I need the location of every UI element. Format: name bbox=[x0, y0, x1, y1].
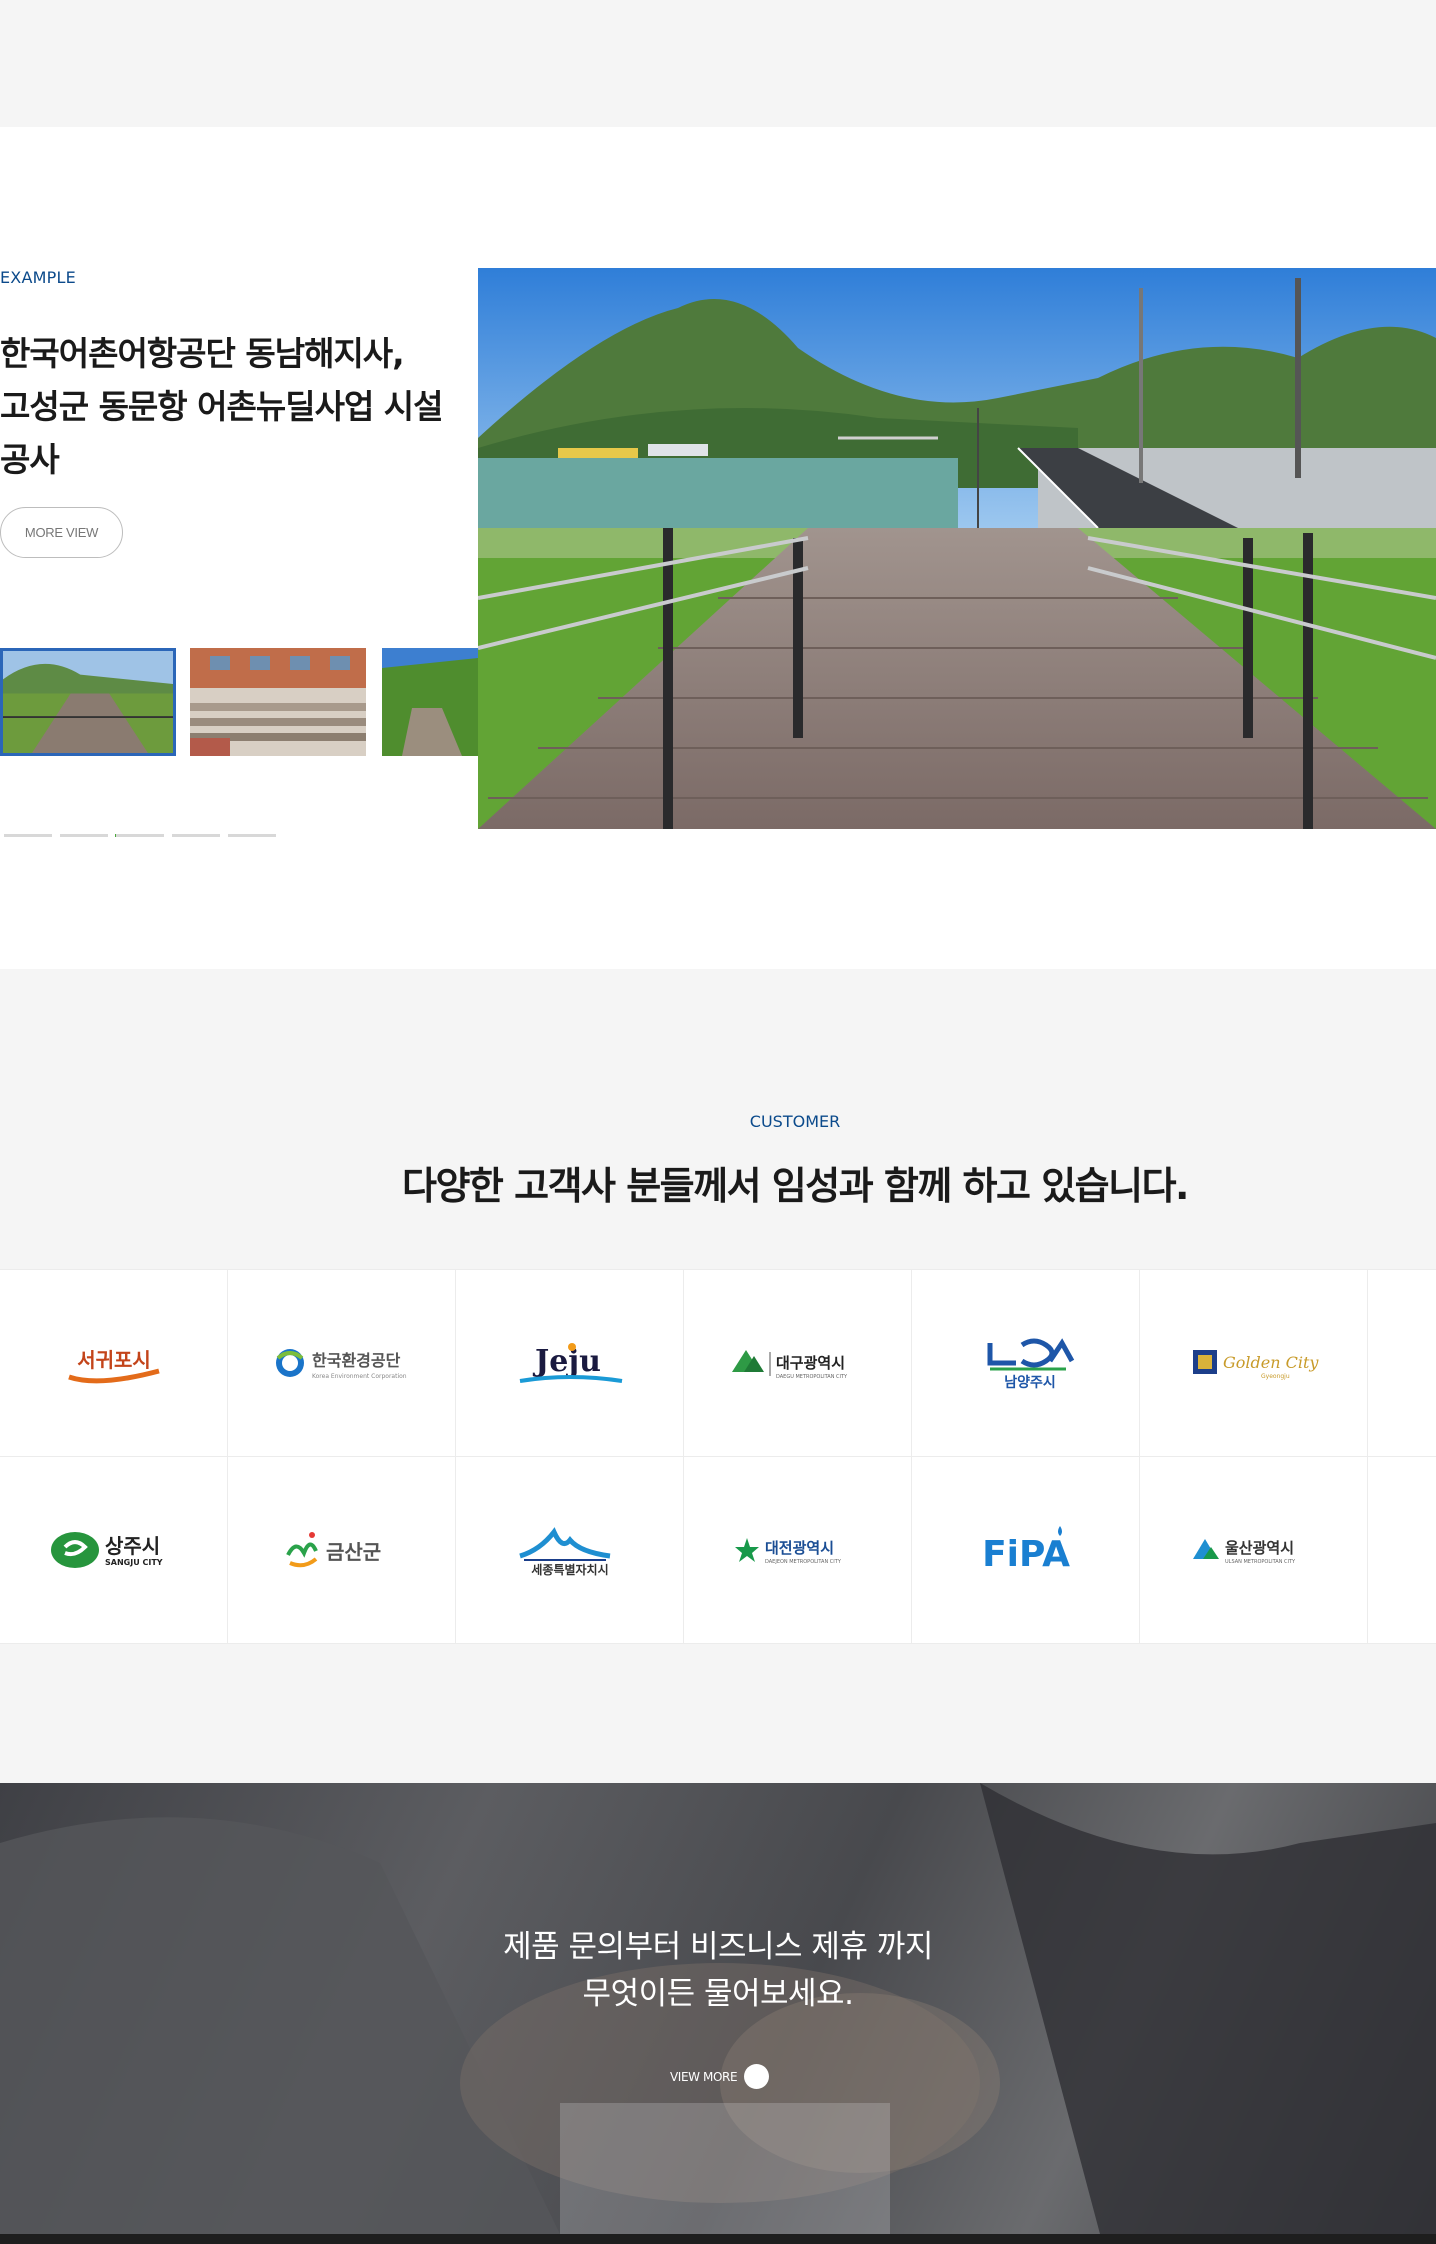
customer-title: 다양한 고객사 분들께서 임성과 함께 하고 있습니다. bbox=[402, 1164, 1189, 1208]
slide-dot-4[interactable] bbox=[172, 834, 220, 837]
hill-stairs-thumbnail-image bbox=[382, 648, 478, 756]
logo-sejong[interactable]: 세종특별자치시 bbox=[456, 1457, 683, 1643]
slider-pagination bbox=[4, 834, 276, 837]
logo-seogwipo[interactable]: 서귀포시 bbox=[0, 1270, 227, 1456]
logo-partial-2[interactable] bbox=[1368, 1457, 1436, 1643]
logo-sangju[interactable]: 상주시 SANGJU CITY bbox=[0, 1457, 227, 1643]
contact-message-line-2: 무엇이든 물어보세요. bbox=[582, 1976, 854, 2012]
fipa-logo-icon: FiPA bbox=[982, 1526, 1070, 1575]
example-title-line-1: 한국어촌어항공단 동남해지사, bbox=[0, 334, 405, 373]
svg-text:DAEGU METROPOLITAN CITY: DAEGU METROPOLITAN CITY bbox=[776, 1374, 848, 1380]
svg-text:Korea Environment Corporation: Korea Environment Corporation bbox=[312, 1373, 407, 1380]
svg-text:서귀포시: 서귀포시 bbox=[77, 1348, 151, 1372]
thumbnail-hill-stairs[interactable] bbox=[382, 648, 478, 756]
sejong-logo-icon: 세종특별자치시 bbox=[518, 1527, 610, 1577]
partial-logo-icon bbox=[1368, 1520, 1436, 1580]
ulsan-logo-icon: 울산광역시 ULSAN METROPOLITAN CITY bbox=[1192, 1539, 1296, 1565]
logo-daejeon[interactable]: 대전광역시 DAEJEON METROPOLITAN CITY bbox=[684, 1457, 911, 1643]
logo-namyangju[interactable]: 남양주시 bbox=[912, 1270, 1139, 1456]
stairs-thumbnail-image bbox=[190, 648, 366, 756]
svg-text:DAEJEON METROPOLITAN CITY: DAEJEON METROPOLITAN CITY bbox=[765, 1559, 842, 1565]
svg-text:Golden City: Golden City bbox=[1223, 1353, 1319, 1372]
svg-text:FiPA: FiPA bbox=[982, 1534, 1070, 1575]
slide-dot-1[interactable] bbox=[4, 834, 52, 837]
top-spacer bbox=[0, 0, 1436, 127]
boardwalk-thumbnail-image bbox=[3, 651, 173, 753]
svg-text:Gyeongju: Gyeongju bbox=[1261, 1373, 1290, 1380]
logo-daegu[interactable]: 대구광역시 DAEGU METROPOLITAN CITY bbox=[684, 1270, 911, 1456]
daegu-logo-icon: 대구광역시 DAEGU METROPOLITAN CITY bbox=[731, 1350, 848, 1380]
logo-partial-1[interactable] bbox=[1368, 1270, 1436, 1456]
customer-logo-grid: 서귀포시 한국환경공단 Korea Environment Corporatio… bbox=[0, 1269, 1436, 1644]
contact-message: 제품 문의부터 비즈니스 제휴 까지 무엇이든 물어보세요. bbox=[0, 1924, 1436, 2018]
slide-dot-5[interactable] bbox=[228, 834, 276, 837]
svg-text:SANGJU CITY: SANGJU CITY bbox=[105, 1558, 163, 1567]
logo-keco[interactable]: 한국환경공단 Korea Environment Corporation bbox=[228, 1270, 455, 1456]
svg-text:대전광역시: 대전광역시 bbox=[765, 1539, 834, 1557]
logo-gyeongju[interactable]: Golden City Gyeongju bbox=[1140, 1270, 1367, 1456]
harbor-boardwalk-image bbox=[478, 268, 1436, 829]
thumbnail-stairs[interactable] bbox=[190, 648, 366, 756]
jeju-logo-icon: Jeju bbox=[519, 1343, 622, 1383]
svg-text:한국환경공단: 한국환경공단 bbox=[312, 1351, 401, 1370]
svg-text:Jeju: Jeju bbox=[532, 1344, 601, 1379]
seogwipo-logo-icon: 서귀포시 bbox=[67, 1348, 160, 1384]
svg-text:대구광역시: 대구광역시 bbox=[776, 1354, 845, 1372]
example-label: EXAMPLE bbox=[0, 268, 76, 287]
namyangju-logo-icon: 남양주시 bbox=[987, 1338, 1074, 1391]
svg-text:세종특별자치시: 세종특별자치시 bbox=[531, 1562, 608, 1577]
partial-logo-icon bbox=[1368, 1333, 1436, 1393]
svg-text:울산광역시: 울산광역시 bbox=[1225, 1539, 1294, 1557]
sangju-logo-icon: 상주시 SANGJU CITY bbox=[50, 1532, 163, 1568]
view-more-button[interactable]: VIEW MORE bbox=[670, 2064, 770, 2089]
geumsan-logo-icon: 금산군 bbox=[285, 1532, 381, 1568]
svg-text:ULSAN METROPOLITAN CITY: ULSAN METROPOLITAN CITY bbox=[1225, 1559, 1296, 1565]
more-view-button[interactable]: MORE VIEW bbox=[0, 507, 123, 558]
thumbnail-boardwalk[interactable] bbox=[0, 648, 176, 756]
example-main-photo bbox=[478, 268, 1436, 829]
logo-fipa[interactable]: FiPA bbox=[912, 1457, 1139, 1643]
logo-geumsan[interactable]: 금산군 bbox=[228, 1457, 455, 1643]
view-more-label: VIEW MORE bbox=[670, 2069, 738, 2084]
svg-text:상주시: 상주시 bbox=[105, 1534, 160, 1558]
gyeongju-logo-icon: Golden City Gyeongju bbox=[1192, 1350, 1319, 1380]
example-title: 한국어촌어항공단 동남해지사, 고성군 동문항 어촌뉴딜사업 시설 공사 bbox=[0, 327, 480, 486]
view-more-circle-icon bbox=[744, 2064, 770, 2089]
example-title-line-2: 고성군 동문항 어촌뉴딜사업 시설 bbox=[0, 387, 444, 426]
logo-jeju[interactable]: Jeju bbox=[456, 1270, 683, 1456]
contact-banner: 제품 문의부터 비즈니스 제휴 까지 무엇이든 물어보세요. VIEW MORE bbox=[0, 1783, 1436, 2234]
keco-logo-icon: 한국환경공단 Korea Environment Corporation bbox=[275, 1349, 407, 1380]
svg-text:남양주시: 남양주시 bbox=[1004, 1374, 1056, 1391]
logo-ulsan[interactable]: 울산광역시 ULSAN METROPOLITAN CITY bbox=[1140, 1457, 1367, 1643]
svg-text:금산군: 금산군 bbox=[326, 1540, 381, 1564]
slide-dot-3[interactable] bbox=[116, 834, 164, 837]
customer-label: CUSTOMER bbox=[749, 1112, 841, 1131]
example-title-line-3: 공사 bbox=[0, 440, 60, 479]
contact-message-line-1: 제품 문의부터 비즈니스 제휴 까지 bbox=[503, 1929, 933, 1965]
example-section: EXAMPLE 한국어촌어항공단 동남해지사, 고성군 동문항 어촌뉴딜사업 시… bbox=[0, 127, 1436, 969]
customer-section: CUSTOMER 다양한 고객사 분들께서 임성과 함께 하고 있습니다. 서귀… bbox=[0, 969, 1436, 1783]
footer-edge bbox=[0, 2234, 1436, 2244]
daejeon-logo-icon: 대전광역시 DAEJEON METROPOLITAN CITY bbox=[734, 1538, 842, 1565]
slide-dot-2[interactable] bbox=[60, 834, 124, 837]
